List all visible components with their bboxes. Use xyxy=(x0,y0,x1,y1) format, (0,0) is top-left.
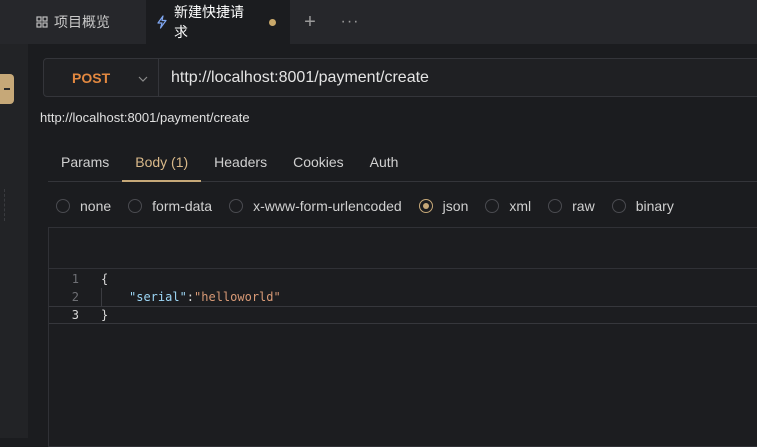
code-line: 1 { xyxy=(49,270,757,288)
tab-bar: 项目概览 新建快捷请求 + ··· xyxy=(0,0,757,44)
tab-auth[interactable]: Auth xyxy=(357,142,412,181)
body-type-radios: none form-data x-www-form-urlencoded jso… xyxy=(56,196,691,216)
code-line-current: 3 } xyxy=(49,306,757,324)
line-number: 2 xyxy=(71,290,79,304)
tab-new-quick-request[interactable]: 新建快捷请求 xyxy=(146,0,290,44)
json-body-editor[interactable]: 1 { 2 "serial":"helloworld" 3 } xyxy=(48,227,757,447)
radio-label: json xyxy=(442,198,469,214)
json-colon: : xyxy=(186,290,195,304)
url-preview: http://localhost:8001/payment/create xyxy=(40,110,250,125)
unsaved-dot-icon xyxy=(269,18,276,26)
radio-x-www-form-urlencoded[interactable]: x-www-form-urlencoded xyxy=(229,198,402,214)
url-input[interactable] xyxy=(159,59,757,96)
radio-xml[interactable]: xml xyxy=(485,198,531,214)
radio-none[interactable]: none xyxy=(56,198,111,214)
method-label: POST xyxy=(72,69,111,86)
add-tab-button[interactable]: + xyxy=(290,0,330,44)
tab-cookies[interactable]: Cookies xyxy=(280,142,357,181)
tab-headers[interactable]: Headers xyxy=(201,142,280,181)
radio-circle xyxy=(128,199,143,213)
editor-toolbar xyxy=(49,228,757,269)
radio-json[interactable]: json xyxy=(418,198,469,214)
tab-label: 新建快捷请求 xyxy=(174,4,244,40)
code-area[interactable]: 1 { 2 "serial":"helloworld" 3 } xyxy=(49,269,757,324)
grid-icon xyxy=(36,16,48,28)
divider xyxy=(0,189,5,221)
radio-circle xyxy=(56,199,70,213)
radio-binary[interactable]: binary xyxy=(611,198,674,214)
line-number: 1 xyxy=(71,272,79,286)
radio-label: none xyxy=(80,198,112,214)
code-text: { xyxy=(101,272,109,286)
indent-guide xyxy=(101,288,102,306)
radio-label: x-www-form-urlencoded xyxy=(253,198,402,214)
line-number: 3 xyxy=(71,308,79,322)
minus-icon xyxy=(4,88,10,90)
method-select[interactable]: POST xyxy=(44,59,159,96)
code-text: } xyxy=(101,308,109,322)
radio-circle xyxy=(229,199,244,213)
json-key: "serial" xyxy=(129,290,187,304)
radio-label: xml xyxy=(509,198,532,214)
left-rail xyxy=(0,44,28,438)
tab-params[interactable]: Params xyxy=(48,142,122,181)
chevron-down-icon xyxy=(138,71,148,85)
more-tabs-button[interactable]: ··· xyxy=(330,0,370,44)
radio-label: form-data xyxy=(152,198,213,214)
code-text: "serial":"helloworld" xyxy=(101,290,281,304)
tab-label: 项目概览 xyxy=(54,14,110,30)
code-line: 2 "serial":"helloworld" xyxy=(49,288,757,306)
tab-body[interactable]: Body (1) xyxy=(122,142,202,182)
request-url-bar: POST xyxy=(43,58,757,97)
radio-circle xyxy=(418,199,433,213)
json-string: "helloworld" xyxy=(194,290,281,304)
radio-raw[interactable]: raw xyxy=(548,198,595,214)
radio-circle xyxy=(611,199,626,213)
lightning-icon xyxy=(156,15,168,29)
request-subtabs: Params Body (1) Headers Cookies Auth xyxy=(48,142,757,182)
radio-label: binary xyxy=(635,198,674,214)
radio-form-data[interactable]: form-data xyxy=(128,198,212,214)
radio-label: raw xyxy=(572,198,595,214)
radio-circle xyxy=(485,199,500,213)
radio-circle xyxy=(548,199,563,213)
tab-project-overview[interactable]: 项目概览 xyxy=(0,0,146,44)
collapse-sidebar-handle[interactable] xyxy=(0,74,14,104)
